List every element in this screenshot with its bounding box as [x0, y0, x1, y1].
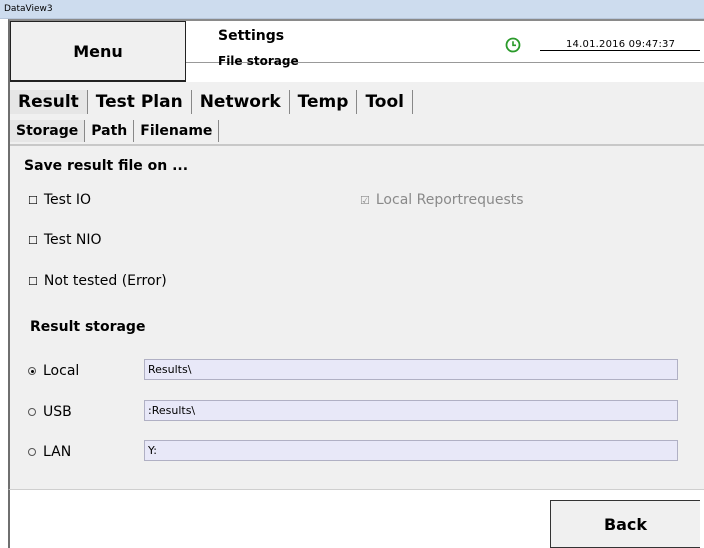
- tab-network[interactable]: Network: [192, 90, 290, 114]
- tab-result[interactable]: Result: [10, 90, 88, 114]
- footer-bar: Back: [8, 489, 704, 548]
- page-title: Settings: [218, 28, 285, 44]
- radio-usb[interactable]: USB: [28, 404, 72, 420]
- checkbox-local-reportrequests[interactable]: ☑ Local Reportrequests: [360, 192, 524, 208]
- header-bar: Menu Settings File storage 14.01.2016 09…: [8, 19, 704, 82]
- tab-tool[interactable]: Tool: [357, 90, 413, 114]
- lan-path-input[interactable]: Y:: [144, 440, 678, 461]
- checkbox-empty-icon: ☐: [28, 274, 38, 288]
- page-subtitle: File storage: [218, 54, 299, 68]
- save-section-heading: Save result file on ...: [24, 158, 189, 174]
- back-button[interactable]: Back: [550, 500, 700, 548]
- radio-unselected-icon: [28, 448, 36, 456]
- radio-unselected-icon: [28, 408, 36, 416]
- checkbox-empty-icon: ☐: [28, 233, 38, 247]
- local-path-input[interactable]: Results\: [144, 359, 678, 380]
- radio-lan[interactable]: LAN: [28, 444, 71, 460]
- radio-label: USB: [43, 404, 72, 420]
- tab-temp[interactable]: Temp: [290, 90, 358, 114]
- checkbox-not-tested[interactable]: ☐ Not tested (Error): [28, 273, 167, 289]
- radio-label: Local: [43, 363, 80, 379]
- tab-storage[interactable]: Storage: [10, 120, 86, 142]
- main-tabs: Result Test Plan Network Temp Tool: [10, 90, 413, 114]
- menu-button[interactable]: Menu: [10, 21, 186, 82]
- radio-label: LAN: [43, 444, 72, 460]
- usb-path-input[interactable]: :Results\: [144, 400, 678, 421]
- content-panel: Result Test Plan Network Temp Tool Stora…: [8, 82, 704, 489]
- radio-selected-icon: [28, 367, 36, 375]
- clock-icon: [505, 37, 521, 53]
- tab-test-plan[interactable]: Test Plan: [88, 90, 192, 114]
- tab-path[interactable]: Path: [85, 120, 135, 142]
- checkbox-test-io[interactable]: ☐ Test IO: [28, 192, 91, 208]
- result-storage-heading: Result storage: [30, 319, 146, 335]
- checkbox-label: Test IO: [43, 192, 92, 208]
- window-titlebar: DataView3: [0, 0, 704, 19]
- checkbox-checked-icon: ☑: [360, 193, 370, 207]
- radio-local[interactable]: Local: [28, 363, 79, 379]
- checkbox-label: Not tested (Error): [43, 273, 167, 289]
- checkbox-test-nio[interactable]: ☐ Test NIO: [28, 232, 102, 248]
- tab-filename[interactable]: Filename: [134, 120, 220, 142]
- checkbox-label: Test NIO: [43, 232, 102, 248]
- datetime-display: 14.01.2016 09:47:37: [540, 39, 700, 51]
- window-title: DataView3: [4, 4, 53, 14]
- tab-divider: [10, 144, 704, 146]
- sub-tabs: Storage Path Filename: [10, 120, 220, 142]
- checkbox-label: Local Reportrequests: [375, 192, 524, 208]
- checkbox-empty-icon: ☐: [28, 193, 38, 207]
